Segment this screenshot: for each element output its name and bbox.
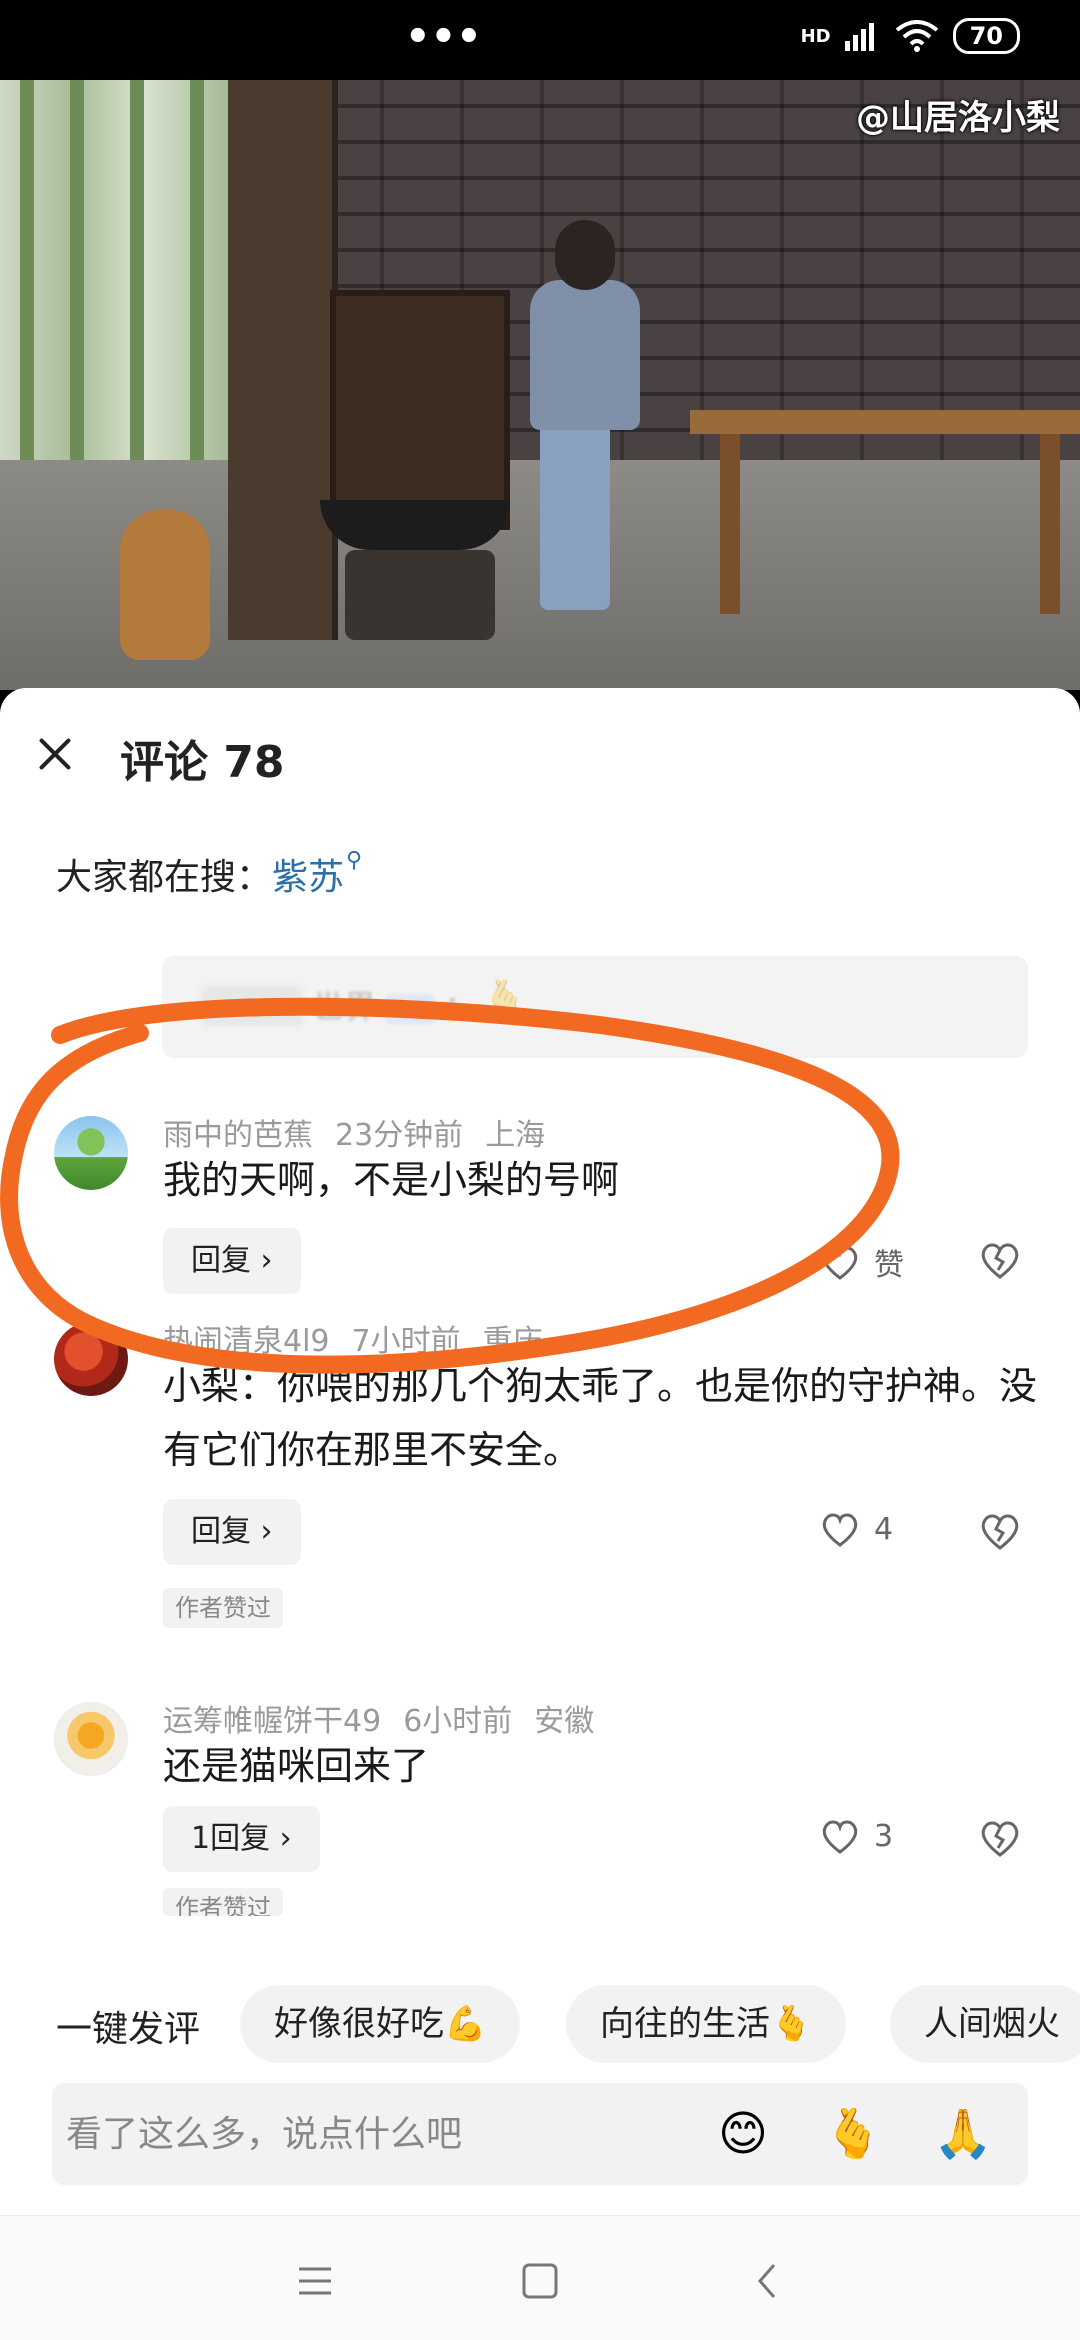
broken-heart-icon[interactable]: [978, 1818, 1022, 1858]
system-nav-bar: [0, 2215, 1080, 2340]
like-button[interactable]: 4: [820, 1511, 893, 1547]
home-icon[interactable]: [510, 2251, 570, 2311]
search-term-link[interactable]: 紫苏: [272, 857, 344, 898]
search-icon[interactable]: ⚲: [346, 848, 362, 873]
menu-icon[interactable]: [285, 2251, 345, 2311]
reply-button[interactable]: 回复 ›: [163, 1499, 301, 1565]
status-icons: HD 70: [801, 18, 1020, 54]
like-label: 赞: [874, 1248, 904, 1283]
hd-label: HD: [800, 25, 831, 47]
reply-preview[interactable]: 世界 作者 ： 🫰: [162, 956, 1028, 1058]
broken-heart-icon[interactable]: [978, 1240, 1022, 1280]
reply-preview-text: 世界 作者 ：: [312, 988, 477, 1026]
person-body: [530, 280, 640, 430]
like-button[interactable]: 3: [820, 1818, 893, 1854]
like-count: 3: [874, 1818, 894, 1854]
stove: [345, 550, 495, 640]
quick-chip[interactable]: 向往的生活🫰: [566, 1985, 847, 2063]
sheet-header: 评论 78: [0, 688, 1080, 828]
broken-heart-icon[interactable]: [978, 1511, 1022, 1551]
close-icon[interactable]: [30, 730, 80, 780]
reply-button[interactable]: 1回复 ›: [163, 1806, 320, 1872]
comment-input-bar: 😊 🫰 🙏: [52, 2083, 1028, 2185]
quick-comment-bar: 一键发评 好像很好吃💪 向往的生活🫰 人间烟火: [0, 1980, 1080, 2070]
pray-emoji-icon[interactable]: 🙏: [932, 2103, 994, 2165]
comments-title: 评论 78: [120, 737, 285, 788]
heart-icon: [822, 1513, 858, 1547]
comment-text: 还是猫咪回来了: [163, 1744, 430, 1788]
wooden-door: [228, 80, 338, 640]
author-tag: 作者: [386, 994, 435, 1024]
search-prefix: 大家都在搜：: [56, 857, 273, 898]
reply-button[interactable]: 回复 ›: [163, 1228, 301, 1294]
heart-icon: [822, 1820, 858, 1854]
status-bar: ••• HD 70: [0, 0, 1080, 80]
like-count: 4: [874, 1511, 894, 1547]
wooden-cabinet: [330, 290, 510, 530]
like-button[interactable]: 赞: [820, 1240, 904, 1284]
battery-indicator: 70: [952, 18, 1020, 54]
wok: [320, 500, 510, 550]
heart-hand-icon: 🫰: [482, 979, 527, 1020]
quick-comment-label: 一键发评: [56, 2009, 201, 2050]
wooden-table: [690, 410, 1080, 434]
signal-icon: [844, 23, 874, 51]
person-legs: [540, 420, 610, 610]
dog: [120, 510, 210, 660]
wifi-icon: [895, 20, 938, 52]
avatar[interactable]: [54, 1322, 128, 1396]
blurred-username: [202, 986, 302, 1026]
comment-text: 小梨：你喂的那几个狗太乖了。也是你的守护神。没有它们你在那里不安全。: [163, 1364, 1038, 1472]
video-player[interactable]: @山居洛小梨: [0, 80, 1080, 690]
heart-hand-emoji-icon[interactable]: 🫰: [822, 2103, 884, 2165]
avatar[interactable]: [54, 1116, 128, 1190]
author-liked-badge: 作者赞过: [163, 1888, 283, 1916]
quick-chip[interactable]: 人间烟火: [890, 1985, 1080, 2063]
avatar[interactable]: [54, 1702, 128, 1776]
more-dots-icon: •••: [405, 14, 482, 60]
quick-chip[interactable]: 好像很好吃💪: [240, 1985, 521, 2063]
smile-emoji-icon[interactable]: 😊: [712, 2103, 774, 2165]
person-head: [555, 220, 615, 290]
table-leg: [1040, 434, 1060, 614]
comment-input[interactable]: [66, 2083, 716, 2185]
author-liked-badge: 作者赞过: [163, 1588, 283, 1628]
bamboo-background: [0, 80, 240, 500]
comment-text: 我的天啊，不是小梨的号啊: [163, 1158, 620, 1202]
heart-icon: [822, 1246, 858, 1280]
table-leg: [720, 434, 740, 614]
back-icon[interactable]: [738, 2251, 798, 2311]
video-watermark: @山居洛小梨: [856, 98, 1060, 138]
trending-search: 大家都在搜：紫苏⚲: [56, 848, 362, 900]
